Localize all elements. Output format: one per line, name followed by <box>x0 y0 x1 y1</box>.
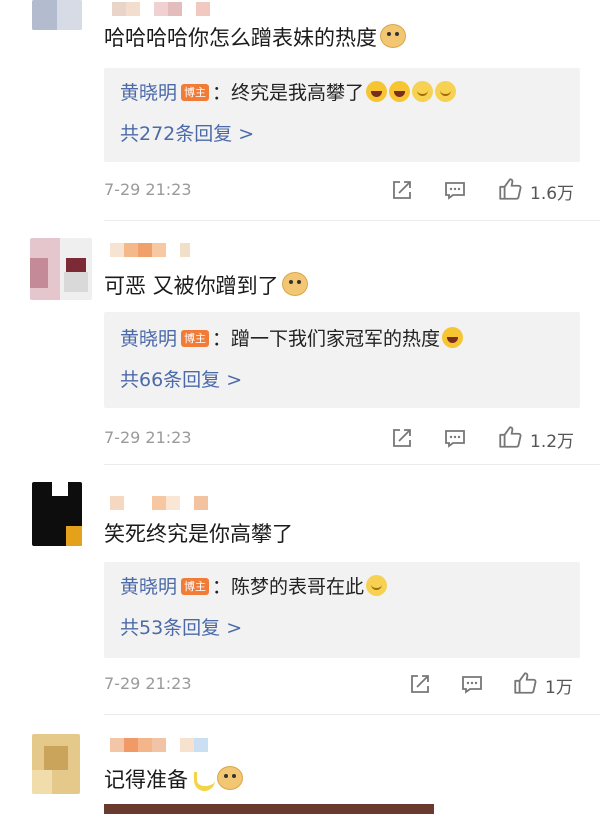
grin-emoji <box>435 81 457 102</box>
comment-icon <box>462 676 482 694</box>
comment-text: 可恶 又被你蹭到了 <box>104 272 308 300</box>
reply-text: 蹭一下我们家冠军的热度 <box>231 328 441 350</box>
reply-preview[interactable]: 黄晓明 博主 ：终究是我高攀了 共272条回复 > <box>104 68 580 162</box>
avatar[interactable] <box>30 238 92 300</box>
author-badge: 博主 <box>181 84 210 101</box>
doge-emoji <box>217 766 243 790</box>
username[interactable] <box>112 2 210 16</box>
comment-time: 7-29 21:23 <box>104 428 192 447</box>
laugh-emoji <box>389 81 411 102</box>
thumbs-up-icon <box>499 178 522 200</box>
comment-text: 哈哈哈哈你怎么蹭表妹的热度 <box>104 24 406 52</box>
like-count: 1万 <box>545 678 573 698</box>
share-button[interactable] <box>408 672 432 696</box>
divider <box>104 220 600 221</box>
reply-text: 陈梦的表哥在此 <box>231 576 365 598</box>
banana-emoji <box>192 768 215 791</box>
reply-line: 黄晓明 博主 ：蹭一下我们家冠军的热度 <box>120 326 464 352</box>
like-count: 1.6万 <box>530 184 575 204</box>
share-button[interactable] <box>390 426 414 450</box>
thumbs-up-icon <box>499 426 522 448</box>
comment-button[interactable] <box>443 426 467 450</box>
share-button[interactable] <box>390 178 414 202</box>
reply-line: 黄晓明 博主 ：陈梦的表哥在此 <box>120 574 388 600</box>
avatar[interactable] <box>32 734 80 794</box>
more-replies-link[interactable]: 共272条回复 > <box>120 121 254 147</box>
reply-line: 黄晓明 博主 ：终究是我高攀了 <box>120 80 457 106</box>
comment-time: 7-29 21:23 <box>104 180 192 199</box>
reply-preview[interactable]: 黄晓明 博主 ：蹭一下我们家冠军的热度 共66条回复 > <box>104 312 580 408</box>
reply-author[interactable]: 黄晓明 <box>120 576 177 598</box>
more-replies-link[interactable]: 共53条回复 > <box>120 615 242 641</box>
reply-preview[interactable]: 黄晓明 博主 ：陈梦的表哥在此 共53条回复 > <box>104 562 580 658</box>
like-button[interactable] <box>497 176 523 200</box>
author-badge: 博主 <box>181 330 210 347</box>
username[interactable] <box>110 738 208 752</box>
share-icon <box>393 429 411 447</box>
more-replies-link[interactable]: 共66条回复 > <box>120 367 242 393</box>
like-count: 1.2万 <box>530 432 575 452</box>
divider <box>104 714 600 715</box>
comment-icon <box>445 430 465 448</box>
like-button[interactable] <box>512 670 538 694</box>
author-badge: 博主 <box>181 578 210 595</box>
divider <box>104 464 600 465</box>
username[interactable] <box>110 496 208 510</box>
reply-text: 终究是我高攀了 <box>231 82 365 104</box>
like-button[interactable] <box>497 424 523 448</box>
thumbs-up-icon <box>514 672 537 694</box>
doge-emoji <box>380 24 406 48</box>
username[interactable] <box>110 243 190 257</box>
comment-button[interactable] <box>460 672 484 696</box>
comment-icon <box>445 182 465 200</box>
laugh-emoji <box>442 327 464 348</box>
share-icon <box>393 181 411 199</box>
share-icon <box>411 675 429 693</box>
comment-button[interactable] <box>443 178 467 202</box>
grin-emoji <box>412 81 434 102</box>
avatar[interactable] <box>32 482 82 546</box>
comment-text: 笑死终究是你高攀了 <box>104 522 293 546</box>
reply-author[interactable]: 黄晓明 <box>120 328 177 350</box>
laugh-emoji <box>366 81 388 102</box>
doge-emoji <box>281 272 308 296</box>
reply-author[interactable]: 黄晓明 <box>120 82 177 104</box>
attached-image[interactable] <box>104 804 434 814</box>
avatar[interactable] <box>32 0 82 30</box>
grin-emoji <box>366 575 388 596</box>
comment-text: 记得准备 <box>104 766 243 794</box>
comment-time: 7-29 21:23 <box>104 674 192 693</box>
